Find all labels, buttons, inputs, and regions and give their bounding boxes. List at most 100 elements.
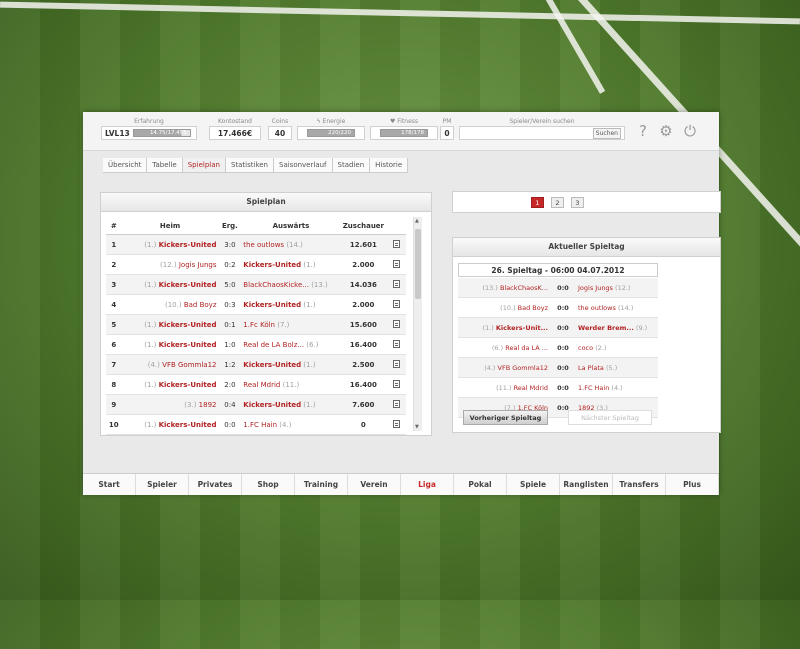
- report-cell[interactable]: [386, 354, 406, 375]
- home-team[interactable]: BlackChaosK...: [500, 284, 548, 292]
- home-team[interactable]: Kickers-United: [159, 241, 217, 249]
- match-row[interactable]: (10.) Bad Boyz 0:0 the outlows (14.): [458, 297, 658, 318]
- away-team-cell[interactable]: the outlows (14.): [241, 234, 341, 255]
- nav-item-plus[interactable]: Plus: [666, 474, 719, 495]
- home-team-cell[interactable]: (1.) Kickers-Unit...: [458, 317, 550, 338]
- report-cell[interactable]: [386, 234, 406, 255]
- away-team-cell[interactable]: 1.FC Hain (4.): [241, 414, 341, 435]
- away-team-cell[interactable]: La Plata (5.): [576, 357, 658, 378]
- away-team[interactable]: 1.Fc Köln: [243, 321, 275, 329]
- home-team-cell[interactable]: (12.) Jogis Jungs: [121, 254, 219, 275]
- away-team[interactable]: Kickers-United: [243, 401, 301, 409]
- result[interactable]: 0:0: [218, 414, 242, 435]
- tab-5[interactable]: Stadien: [332, 158, 371, 172]
- home-team[interactable]: Real da LA ...: [505, 344, 548, 352]
- home-team-cell[interactable]: (1.) Kickers-United: [121, 414, 219, 435]
- away-team[interactable]: La Plata: [578, 364, 604, 372]
- nav-item-training[interactable]: Training: [295, 474, 348, 495]
- away-team[interactable]: Real Mdrid: [243, 381, 280, 389]
- result[interactable]: 1:2: [218, 354, 242, 375]
- away-team-cell[interactable]: Werder Brem... (9.): [576, 317, 658, 338]
- home-team[interactable]: Kickers-United: [159, 341, 217, 349]
- report-cell[interactable]: [386, 414, 406, 435]
- match-row[interactable]: (6.) Real da LA ... 0:0 coco (2.): [458, 337, 658, 358]
- report-icon[interactable]: [392, 299, 400, 308]
- match-row[interactable]: (11.) Real Mdrid 0:0 1.FC Hain (4.): [458, 377, 658, 398]
- away-team[interactable]: Real de LA Bolz...: [243, 341, 304, 349]
- next-matchday-button[interactable]: Nächster Spieltag: [568, 410, 652, 425]
- home-team-cell[interactable]: (13.) BlackChaosK...: [458, 278, 550, 298]
- result[interactable]: 1:0: [218, 334, 242, 355]
- home-team-cell[interactable]: (1.) Kickers-United: [121, 274, 219, 295]
- home-team[interactable]: Kickers-United: [159, 421, 217, 429]
- nav-item-transfers[interactable]: Transfers: [613, 474, 666, 495]
- home-team-cell[interactable]: (1.) Kickers-United: [121, 374, 219, 395]
- away-team-cell[interactable]: Kickers-United (1.): [241, 294, 341, 315]
- away-team[interactable]: 1.FC Hain: [243, 421, 277, 429]
- home-team[interactable]: Kickers-Unit...: [496, 324, 548, 332]
- page-button-2[interactable]: 2: [551, 197, 564, 208]
- result[interactable]: 0:1: [218, 314, 242, 335]
- nav-item-shop[interactable]: Shop: [242, 474, 295, 495]
- result[interactable]: 0:4: [218, 394, 242, 415]
- tab-4[interactable]: Saisonverlauf: [274, 158, 333, 172]
- tab-2[interactable]: Spielplan: [182, 158, 226, 172]
- nav-item-start[interactable]: Start: [83, 474, 136, 495]
- home-team-cell[interactable]: (11.) Real Mdrid: [458, 377, 550, 398]
- away-team[interactable]: Jogis Jungs: [578, 284, 613, 292]
- report-icon[interactable]: [392, 399, 400, 408]
- away-team[interactable]: Kickers-United: [243, 361, 301, 369]
- match-row[interactable]: (4.) VFB Gommla12 0:0 La Plata (5.): [458, 357, 658, 378]
- page-button-3[interactable]: 3: [571, 197, 584, 208]
- page-button-1[interactable]: 1: [531, 197, 544, 208]
- nav-item-spiele[interactable]: Spiele: [507, 474, 560, 495]
- home-team[interactable]: Kickers-United: [159, 321, 217, 329]
- home-team-cell[interactable]: (6.) Real da LA ...: [458, 337, 550, 358]
- search-input[interactable]: [468, 127, 593, 139]
- tab-0[interactable]: Übersicht: [103, 158, 148, 172]
- away-team[interactable]: Kickers-United: [243, 301, 301, 309]
- home-team-cell[interactable]: (4.) VFB Gommla12: [458, 357, 550, 378]
- report-cell[interactable]: [386, 374, 406, 395]
- tab-3[interactable]: Statistiken: [225, 158, 274, 172]
- nav-item-pokal[interactable]: Pokal: [454, 474, 507, 495]
- help-icon[interactable]: ?: [634, 122, 652, 140]
- nav-item-spieler[interactable]: Spieler: [136, 474, 189, 495]
- result[interactable]: 3:0: [218, 234, 242, 255]
- home-team-cell[interactable]: (4.) VFB Gommla12: [121, 354, 219, 375]
- nav-item-verein[interactable]: Verein: [348, 474, 401, 495]
- report-icon[interactable]: [392, 239, 400, 248]
- away-team-cell[interactable]: 1.FC Hain (4.): [576, 377, 658, 398]
- home-team-cell[interactable]: (1.) Kickers-United: [121, 234, 219, 255]
- report-cell[interactable]: [386, 394, 406, 415]
- home-team[interactable]: 1892: [199, 401, 217, 409]
- match-row[interactable]: (1.) Kickers-Unit... 0:0 Werder Brem... (9…: [458, 317, 658, 338]
- search-button[interactable]: Suchen: [592, 127, 621, 139]
- report-cell[interactable]: [386, 314, 406, 335]
- gear-icon[interactable]: ⚙: [657, 122, 675, 140]
- home-team-cell[interactable]: (10.) Bad Boyz: [458, 297, 550, 318]
- tab-6[interactable]: Historie: [370, 158, 409, 172]
- away-team-cell[interactable]: Kickers-United (1.): [241, 254, 341, 275]
- tab-1[interactable]: Tabelle: [147, 158, 183, 172]
- away-team[interactable]: Werder Brem...: [578, 324, 634, 332]
- away-team-cell[interactable]: Kickers-United (1.): [241, 354, 341, 375]
- report-cell[interactable]: [386, 274, 406, 295]
- report-icon[interactable]: [392, 319, 400, 328]
- report-icon[interactable]: [392, 339, 400, 348]
- home-team-cell[interactable]: (1.) Kickers-United: [121, 314, 219, 335]
- pm-value[interactable]: 0: [440, 126, 454, 140]
- power-icon[interactable]: ⏻: [681, 122, 699, 140]
- report-icon[interactable]: [392, 379, 400, 388]
- previous-matchday-button[interactable]: Vorheriger Spieltag: [463, 410, 548, 425]
- home-team-cell[interactable]: (3.) 1892: [121, 394, 219, 415]
- report-cell[interactable]: [386, 334, 406, 355]
- away-team-cell[interactable]: Kickers-United (1.): [241, 394, 341, 415]
- nav-item-liga[interactable]: Liga: [401, 474, 454, 495]
- report-cell[interactable]: [386, 254, 406, 275]
- report-icon[interactable]: [392, 359, 400, 368]
- away-team[interactable]: coco: [578, 344, 593, 352]
- away-team-cell[interactable]: Real de LA Bolz... (6.): [241, 334, 341, 355]
- home-team[interactable]: Real Mdrid: [514, 384, 548, 392]
- result[interactable]: 0:3: [218, 294, 242, 315]
